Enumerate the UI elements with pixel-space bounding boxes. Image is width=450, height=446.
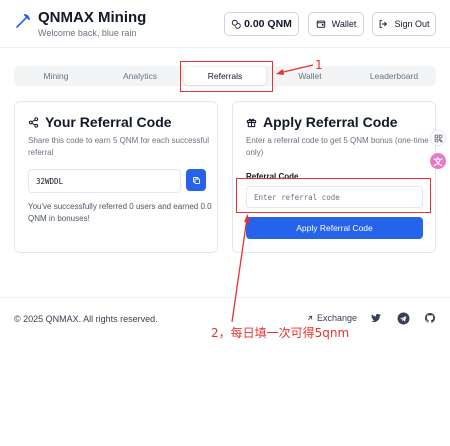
apply-referral-card: Apply Referral Code Enter a referral cod… xyxy=(232,101,436,253)
sign-out-button[interactable]: Sign Out xyxy=(372,12,436,36)
telegram-icon xyxy=(397,312,409,324)
exchange-label: Exchange xyxy=(317,313,358,323)
wallet-icon xyxy=(316,20,325,28)
arrow-up-right-icon xyxy=(308,315,313,320)
twitter-icon xyxy=(371,313,381,322)
copyright-text: © 2025 QNMAX. All rights reserved. xyxy=(14,314,158,324)
logout-icon xyxy=(380,20,388,28)
wallet-button[interactable]: Wallet xyxy=(308,12,364,36)
referral-card-title-text: Your Referral Code xyxy=(45,114,172,130)
qr-icon xyxy=(434,134,442,142)
apply-card-description: Enter a referral code to get 5 QNM bonus… xyxy=(246,136,429,157)
copy-icon xyxy=(192,176,200,184)
telegram-link[interactable] xyxy=(396,311,410,325)
pickaxe-logo-icon xyxy=(16,14,30,28)
referral-code-card: Your Referral Code Share this code to ea… xyxy=(14,101,218,253)
app-title: QNMAX Mining xyxy=(38,9,147,26)
annotation-label-1: 1 xyxy=(315,58,323,72)
app-header: QNMAX Mining Welcome back, blue rain 0.0… xyxy=(0,0,450,48)
gift-icon xyxy=(246,118,257,127)
apply-card-title-text: Apply Referral Code xyxy=(263,114,398,130)
github-link[interactable] xyxy=(423,311,437,325)
sign-out-label: Sign Out xyxy=(394,19,430,29)
balance-value: 0.00 QNM xyxy=(244,18,292,30)
tab-leaderboard[interactable]: Leaderboard xyxy=(352,66,436,86)
translate-float-button[interactable]: 文 xyxy=(430,153,446,169)
github-icon xyxy=(424,312,436,323)
tab-analytics[interactable]: Analytics xyxy=(98,66,182,86)
annotation-box-referral-input xyxy=(236,178,431,213)
annotation-label-2: 2，每日填一次可得5qnm xyxy=(211,326,350,340)
coin-icon xyxy=(231,19,241,29)
balance-badge[interactable]: 0.00 QNM xyxy=(224,12,299,36)
wallet-button-label: Wallet xyxy=(331,19,357,29)
referral-card-title: Your Referral Code xyxy=(28,114,172,130)
apply-card-title: Apply Referral Code xyxy=(246,114,398,130)
translate-icon: 文 xyxy=(433,156,443,167)
share-icon xyxy=(28,116,39,128)
twitter-link[interactable] xyxy=(369,311,383,325)
exchange-link[interactable]: Exchange xyxy=(306,313,357,323)
qr-code-float-button[interactable] xyxy=(430,130,446,146)
welcome-text: Welcome back, blue rain xyxy=(38,28,137,38)
referral-stats-text: You've successfully referred 0 users and… xyxy=(28,202,212,223)
referral-code-display[interactable]: 32WDDL xyxy=(28,169,181,193)
referral-card-description: Share this code to earn 5 QNM for each s… xyxy=(28,136,209,157)
apply-referral-button[interactable]: Apply Referral Code xyxy=(246,217,423,239)
tab-wallet[interactable]: Wallet xyxy=(268,66,352,86)
tab-mining[interactable]: Mining xyxy=(14,66,98,86)
annotation-box-referrals-tab xyxy=(180,61,273,92)
copy-code-button[interactable] xyxy=(186,169,206,191)
